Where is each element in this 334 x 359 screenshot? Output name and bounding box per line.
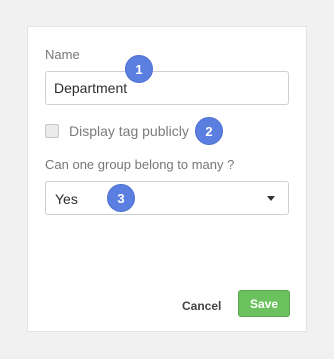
cancel-button[interactable]: Cancel <box>178 295 225 317</box>
display-publicly-checkbox[interactable] <box>45 124 59 138</box>
display-publicly-checkbox-row[interactable]: Display tag publicly <box>45 122 189 140</box>
step-badge-3: 3 <box>107 184 135 212</box>
select-value: Yes <box>55 191 78 207</box>
display-publicly-label: Display tag publicly <box>69 123 189 139</box>
group-membership-label: Can one group belong to many ? <box>45 157 235 172</box>
name-label: Name <box>45 47 80 62</box>
step-badge-1: 1 <box>125 55 153 83</box>
caret-down-icon <box>267 196 275 201</box>
step-badge-2: 2 <box>195 117 223 145</box>
name-input[interactable] <box>45 71 289 105</box>
tag-form-panel: Name Display tag publicly Can one group … <box>27 26 307 332</box>
save-button[interactable]: Save <box>238 290 290 317</box>
group-membership-select[interactable]: Yes <box>45 181 289 215</box>
